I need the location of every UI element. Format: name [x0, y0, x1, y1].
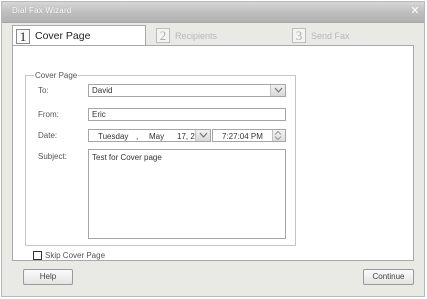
tab-label: Recipients [175, 30, 218, 41]
time-picker[interactable]: 7:27:04 PM [212, 129, 286, 142]
title-bar[interactable]: Dial Fax Wizard ✕ [2, 2, 424, 23]
spinner-arrows-icon[interactable] [272, 130, 285, 141]
to-value: David [92, 86, 113, 95]
date-day: 17, 2 [177, 132, 195, 141]
date-picker[interactable]: Tuesday , May 17, 2 [88, 129, 211, 142]
subject-label: Subject: [38, 152, 67, 161]
tab-number: 2 [156, 28, 170, 43]
subject-value: Test for Cover page [92, 153, 162, 162]
time-value: 7:27:04 PM [222, 132, 263, 141]
help-button[interactable]: Help [23, 269, 73, 285]
from-value: Eric [92, 110, 106, 119]
continue-button[interactable]: Continue [363, 269, 414, 285]
date-month: May [149, 132, 165, 141]
tab-number: 1 [16, 28, 30, 44]
close-icon[interactable]: ✕ [408, 4, 422, 18]
to-label: To: [38, 86, 49, 95]
from-label: From: [38, 110, 59, 119]
tab-label: Send Fax [311, 30, 350, 41]
chevron-down-icon[interactable] [195, 130, 210, 141]
date-separator: , [136, 132, 139, 141]
date-weekday: Tuesday [98, 132, 129, 141]
from-field[interactable]: Eric [88, 108, 286, 121]
tab-label: Cover Page [35, 30, 91, 42]
tab-send-fax[interactable]: 3 Send Fax [292, 25, 410, 46]
to-combobox[interactable]: David [88, 84, 286, 97]
tab-cover-page[interactable]: 1 Cover Page [12, 25, 146, 46]
tab-number: 3 [292, 28, 306, 43]
skip-cover-page-label[interactable]: Skip Cover Page [45, 251, 105, 260]
chevron-down-icon[interactable] [270, 85, 285, 96]
window-title: Dial Fax Wizard [12, 6, 72, 15]
subject-textarea[interactable]: Test for Cover page [88, 149, 286, 239]
skip-cover-page-checkbox[interactable] [33, 251, 42, 260]
tab-recipients[interactable]: 2 Recipients [156, 25, 274, 46]
date-label: Date: [38, 131, 58, 140]
group-label: Cover Page [35, 71, 78, 80]
